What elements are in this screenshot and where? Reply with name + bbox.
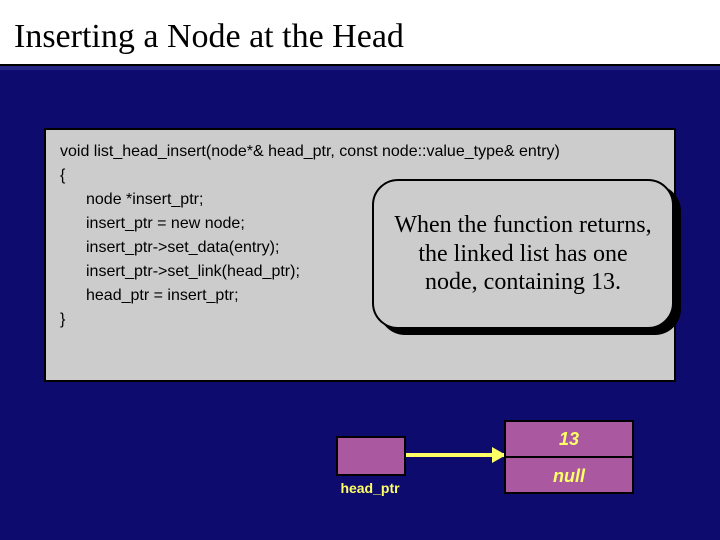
callout-box: When the function returns, the linked li…: [372, 179, 674, 329]
code-signature: void list_head_insert(node*& head_ptr, c…: [60, 140, 660, 164]
arrow-icon: [406, 453, 504, 457]
title-underline: [0, 64, 720, 70]
node-data-field: 13: [506, 422, 632, 458]
pointer-label: head_ptr: [320, 480, 420, 496]
title-area: Inserting a Node at the Head: [0, 0, 720, 64]
callout-text: When the function returns, the linked li…: [392, 211, 654, 297]
node-link-field: null: [506, 458, 632, 494]
slide-title: Inserting a Node at the Head: [14, 18, 706, 56]
pointer-box: [336, 436, 406, 476]
node-box: 13 null: [504, 420, 634, 494]
